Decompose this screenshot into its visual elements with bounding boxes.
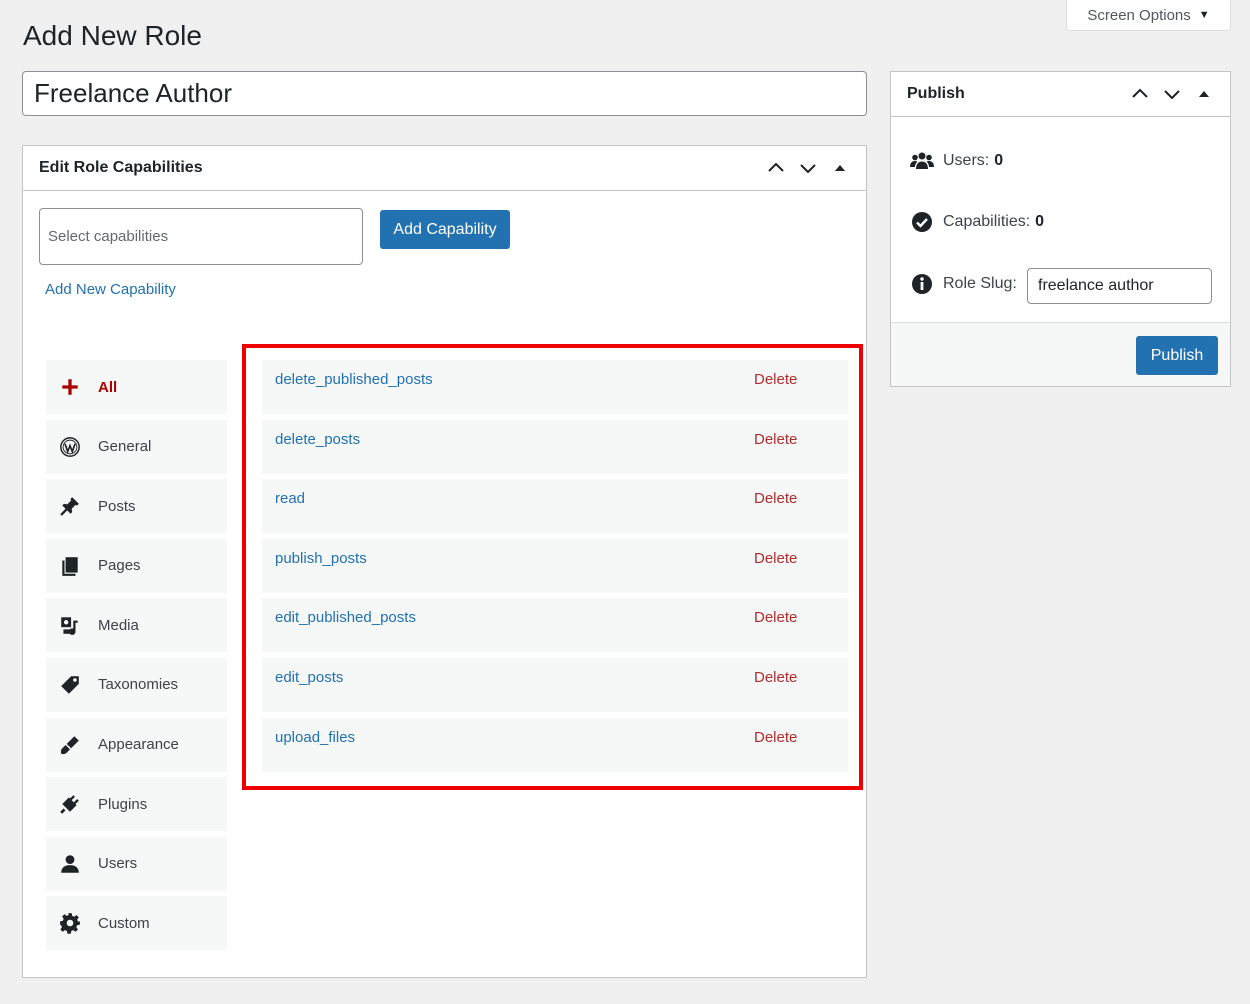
- tag-icon: [58, 673, 82, 697]
- collapse-toggle-icon[interactable]: [1193, 83, 1215, 105]
- publish-footer: Publish: [891, 322, 1230, 386]
- group-general[interactable]: General: [46, 419, 227, 474]
- capability-name[interactable]: upload_files: [275, 729, 355, 746]
- publish-box: Publish Users: 0 Capabilities: 0 Role Sl…: [890, 71, 1231, 387]
- group-users[interactable]: Users: [46, 836, 227, 891]
- group-custom[interactable]: Custom: [46, 896, 227, 951]
- publish-box-header: Publish: [891, 72, 1230, 117]
- capability-name[interactable]: edit_posts: [275, 669, 343, 686]
- group-label: General: [98, 438, 152, 456]
- collapse-toggle-icon[interactable]: [829, 157, 851, 179]
- user-icon: [58, 852, 82, 876]
- capability-row: edit_posts Delete: [262, 657, 848, 712]
- pushpin-icon: [58, 494, 82, 518]
- role-slug-row: Role Slug:: [909, 271, 1017, 297]
- publish-box-title: Publish: [907, 85, 965, 102]
- group-label: Custom: [98, 914, 150, 932]
- delete-capability-link[interactable]: Delete: [754, 609, 797, 626]
- check-circle-icon: [909, 209, 935, 235]
- page-title: Add New Role: [23, 20, 202, 51]
- capability-name[interactable]: publish_posts: [275, 550, 367, 567]
- group-appearance[interactable]: Appearance: [46, 717, 227, 772]
- capability-name[interactable]: delete_posts: [275, 431, 360, 448]
- capabilities-label: Capabilities:: [943, 213, 1031, 230]
- info-icon: [909, 271, 935, 297]
- role-slug-label: Role Slug:: [943, 275, 1017, 292]
- users-count-row: Users: 0: [909, 148, 1003, 174]
- delete-capability-link[interactable]: Delete: [754, 431, 797, 448]
- add-capability-button[interactable]: Add Capability: [380, 210, 510, 249]
- delete-capability-link[interactable]: Delete: [754, 669, 797, 686]
- move-down-icon[interactable]: [1161, 83, 1183, 105]
- wordpress-icon: [58, 435, 82, 459]
- select-capabilities-input[interactable]: Select capabilities: [39, 208, 363, 265]
- media-icon: [58, 613, 82, 637]
- edit-role-capabilities-box: Edit Role Capabilities Select capabiliti…: [22, 145, 867, 978]
- group-label: All: [98, 378, 118, 396]
- capability-row: delete_published_posts Delete: [262, 360, 848, 414]
- capabilities-count-row: Capabilities: 0: [909, 209, 1044, 235]
- delete-capability-link[interactable]: Delete: [754, 729, 797, 746]
- role-slug-input[interactable]: freelance author: [1027, 268, 1212, 304]
- plus-icon: [58, 375, 82, 399]
- delete-capability-link[interactable]: Delete: [754, 490, 797, 507]
- group-label: Plugins: [98, 795, 148, 813]
- delete-capability-link[interactable]: Delete: [754, 371, 797, 388]
- capabilities-box-title: Edit Role Capabilities: [39, 159, 203, 176]
- group-posts[interactable]: Posts: [46, 479, 227, 534]
- gear-icon: [58, 911, 82, 935]
- capability-name[interactable]: delete_published_posts: [275, 371, 433, 388]
- group-label: Users: [98, 855, 138, 873]
- users-label: Users:: [943, 152, 990, 169]
- role-name-input[interactable]: Freelance Author: [22, 71, 867, 116]
- capabilities-box-header: Edit Role Capabilities: [23, 146, 866, 191]
- capability-groups: All General Posts Pages Media Taxonomies…: [46, 360, 227, 956]
- move-up-icon[interactable]: [765, 157, 787, 179]
- add-new-capability-link[interactable]: Add New Capability: [45, 281, 176, 298]
- group-label: Appearance: [98, 736, 179, 754]
- group-label: Taxonomies: [98, 676, 179, 694]
- caret-down-icon: ▼: [1198, 9, 1210, 21]
- group-plugins[interactable]: Plugins: [46, 777, 227, 832]
- capabilities-count: 0: [1035, 213, 1045, 230]
- group-label: Posts: [98, 497, 136, 515]
- pages-icon: [58, 554, 82, 578]
- capability-row: delete_posts Delete: [262, 419, 848, 474]
- capability-row: publish_posts Delete: [262, 538, 848, 593]
- capability-name[interactable]: read: [275, 490, 305, 507]
- publish-button[interactable]: Publish: [1136, 336, 1218, 375]
- group-all[interactable]: All: [46, 360, 227, 414]
- group-label: Media: [98, 616, 139, 634]
- group-label: Pages: [98, 557, 141, 575]
- capability-list: delete_published_posts Delete delete_pos…: [262, 360, 848, 777]
- capability-row: read Delete: [262, 479, 848, 534]
- capability-name[interactable]: edit_published_posts: [275, 609, 416, 626]
- delete-capability-link[interactable]: Delete: [754, 550, 797, 567]
- move-up-icon[interactable]: [1129, 83, 1151, 105]
- capability-row: edit_published_posts Delete: [262, 598, 848, 653]
- users-icon: [909, 148, 935, 174]
- group-taxonomies[interactable]: Taxonomies: [46, 657, 227, 712]
- screen-options-label: Screen Options: [1087, 6, 1191, 24]
- paintbrush-icon: [58, 733, 82, 757]
- group-pages[interactable]: Pages: [46, 538, 227, 593]
- users-count: 0: [994, 152, 1004, 169]
- move-down-icon[interactable]: [797, 157, 819, 179]
- capability-row: upload_files Delete: [262, 717, 848, 772]
- screen-options-button[interactable]: Screen Options ▼: [1066, 0, 1231, 31]
- group-media[interactable]: Media: [46, 598, 227, 653]
- plugin-icon: [58, 792, 82, 816]
